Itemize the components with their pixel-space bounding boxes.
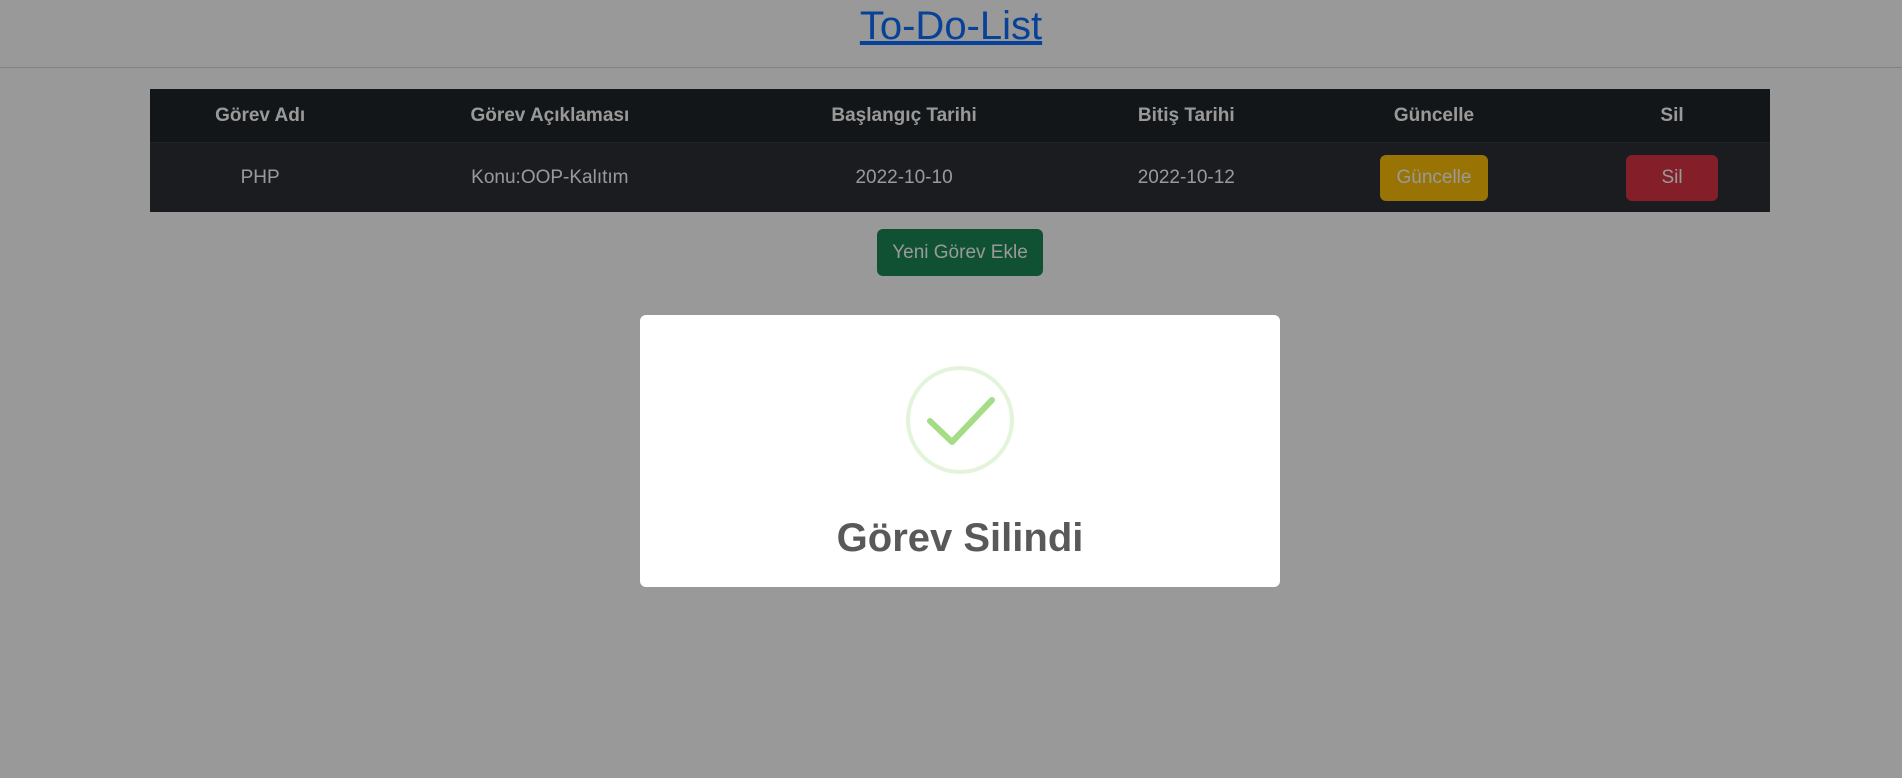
check-circle-icon	[906, 366, 1014, 474]
success-dialog: Görev Silindi	[640, 315, 1280, 587]
dialog-title: Görev Silindi	[836, 516, 1084, 560]
